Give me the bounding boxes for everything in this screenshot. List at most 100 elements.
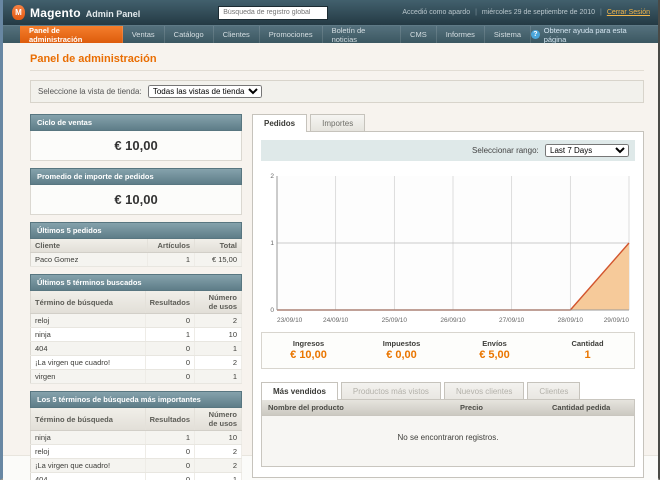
separator: |: [600, 9, 602, 16]
block-title: Promedio de importe de pedidos: [30, 168, 242, 185]
nav-item-promotions[interactable]: Promociones: [260, 26, 323, 43]
average-orders-block: Promedio de importe de pedidos € 10,00: [30, 168, 242, 215]
dashboard-left-column: Ciclo de ventas € 10,00 Promedio de impo…: [30, 114, 242, 480]
application-window: M Magento Admin Panel Accedió como apard…: [0, 0, 660, 480]
table-cell: 2: [194, 355, 242, 370]
top-search-terms-block: Los 5 términos de búsqueda más important…: [30, 391, 242, 480]
last-orders-block: Últimos 5 pedidos Cliente Artículos Tota…: [30, 222, 242, 267]
col-header: Término de búsqueda: [30, 291, 146, 314]
svg-text:28/09/10: 28/09/10: [558, 317, 584, 324]
table-cell: 1: [145, 327, 196, 342]
block-title: Los 5 términos de búsqueda más important…: [30, 391, 242, 408]
table-cell: 0: [145, 458, 196, 473]
tab-most-viewed[interactable]: Productos más vistos: [340, 382, 441, 399]
stat-label: Ingresos: [292, 339, 325, 348]
table-cell: 0: [145, 369, 196, 384]
logo-text: Magento: [30, 5, 81, 20]
tab-new-customers[interactable]: Nuevos clientes: [443, 382, 525, 399]
range-select[interactable]: Last 7 Days: [545, 144, 629, 157]
stat-value: 1: [584, 349, 591, 361]
store-view-select[interactable]: Todas las vistas de tienda: [147, 85, 262, 98]
table-cell: 0: [145, 355, 196, 370]
col-header: Resultados: [145, 291, 196, 314]
table-row: 404 0 1: [30, 472, 242, 480]
stat-value: € 5,00: [479, 349, 510, 361]
logout-link[interactable]: Cerrar Sesión: [607, 9, 650, 16]
stat-label: Envíos: [482, 339, 507, 348]
svg-text:2: 2: [270, 173, 274, 180]
col-header: Número de usos: [194, 291, 242, 314]
table-row: ninja 1 10: [30, 430, 242, 445]
tab-bestsellers[interactable]: Más vendidos: [261, 382, 338, 400]
chart-panel: Seleccionar rango: Last 7 Days 23/09/10 2…: [252, 131, 644, 478]
table-cell: 404: [30, 341, 146, 356]
range-bar: Seleccionar rango: Last 7 Days: [261, 140, 635, 161]
nav-item-customers[interactable]: Clientes: [214, 26, 260, 43]
title-divider: [30, 70, 644, 71]
separator: |: [475, 9, 477, 16]
help-icon: ?: [531, 30, 540, 39]
stat-value: € 10,00: [290, 349, 327, 361]
svg-text:0: 0: [270, 307, 274, 314]
nav-item-newsletter[interactable]: Boletín de noticias: [323, 26, 402, 44]
table-cell: ninja: [30, 430, 146, 445]
tab-orders[interactable]: Pedidos: [252, 114, 308, 132]
dashboard-content: Panel de administración Seleccione la vi…: [3, 43, 658, 480]
orders-chart-wrap: 23/09/10 24/09/10 25/09/10 26/09/10 27/09/10…: [261, 168, 635, 326]
table-row: ¡La virgen que cuadro! 0 2: [30, 355, 242, 370]
lifetime-sales-block: Ciclo de ventas € 10,00: [30, 114, 242, 161]
average-orders-value: € 10,00: [30, 185, 242, 215]
svg-text:25/09/10: 25/09/10: [382, 317, 408, 324]
table-row: reloj 0 2: [30, 444, 242, 459]
table-cell: 1: [194, 341, 242, 356]
table-row: ¡La virgen que cuadro! 0 2: [30, 458, 242, 473]
nav-item-system[interactable]: Sistema: [485, 26, 531, 43]
chart-tabs: Pedidos Importes: [252, 114, 644, 132]
table-cell: virgen: [30, 369, 146, 384]
magento-logo-icon: M: [12, 5, 25, 20]
nav-item-cms[interactable]: CMS: [401, 26, 437, 43]
table-row: ninja 1 10: [30, 327, 242, 342]
col-header: Cliente: [30, 239, 148, 253]
svg-text:23/09/10: 23/09/10: [277, 317, 303, 324]
grids-tabs: Más vendidos Productos más vistos Nuevos…: [261, 382, 635, 400]
table-cell: 1: [194, 369, 242, 384]
tab-customers[interactable]: Clientes: [527, 382, 581, 399]
main-nav: Panel de administración Ventas Catálogo …: [3, 25, 658, 44]
nav-item-catalog[interactable]: Catálogo: [165, 26, 214, 43]
lifetime-sales-value: € 10,00: [30, 131, 242, 161]
table-row: virgen 0 1: [30, 369, 242, 384]
table-cell: 0: [145, 472, 196, 480]
block-title: Últimos 5 términos buscados: [30, 274, 242, 291]
table-cell: 10: [194, 430, 242, 445]
svg-text:24/09/10: 24/09/10: [323, 317, 349, 324]
nav-item-dashboard[interactable]: Panel de administración: [20, 26, 123, 44]
table-cell: 0: [145, 341, 196, 356]
global-search-input[interactable]: [218, 5, 329, 20]
empty-grid-message: No se encontraron registros.: [261, 416, 635, 467]
table-cell: 2: [194, 458, 242, 473]
get-help-link[interactable]: ? Obtener ayuda para esta página: [531, 25, 658, 44]
dashboard-right-column: Pedidos Importes Seleccionar rango: Last…: [252, 114, 644, 480]
table-cell: 0: [145, 313, 196, 328]
stat-tax: Impuestos € 0,00: [355, 339, 448, 361]
col-header: Artículos: [147, 239, 195, 253]
nav-item-reports[interactable]: Informes: [437, 26, 485, 43]
header-user-area: Accedió como apardo | miércoles 29 de se…: [402, 9, 650, 16]
table-row: reloj 0 2: [30, 313, 242, 328]
logo-suffix: Admin Panel: [85, 8, 141, 19]
tab-amounts[interactable]: Importes: [310, 114, 366, 131]
help-label: Obtener ayuda para esta página: [543, 25, 627, 44]
nav-item-sales[interactable]: Ventas: [123, 26, 165, 43]
logged-in-as: Accedió como apardo: [402, 9, 471, 16]
col-header: Término de búsqueda: [30, 408, 146, 431]
table-cell: ¡La virgen que cuadro!: [30, 355, 146, 370]
table-cell: reloj: [30, 444, 146, 459]
table-cell: ninja: [30, 327, 146, 342]
table-cell: 10: [194, 327, 242, 342]
col-header: Resultados: [145, 408, 196, 431]
range-label: Seleccionar rango:: [472, 146, 539, 155]
stat-shipping: Envíos € 5,00: [448, 339, 541, 361]
store-view-label: Seleccione la vista de tienda:: [38, 87, 142, 96]
col-header: Número de usos: [194, 408, 242, 431]
